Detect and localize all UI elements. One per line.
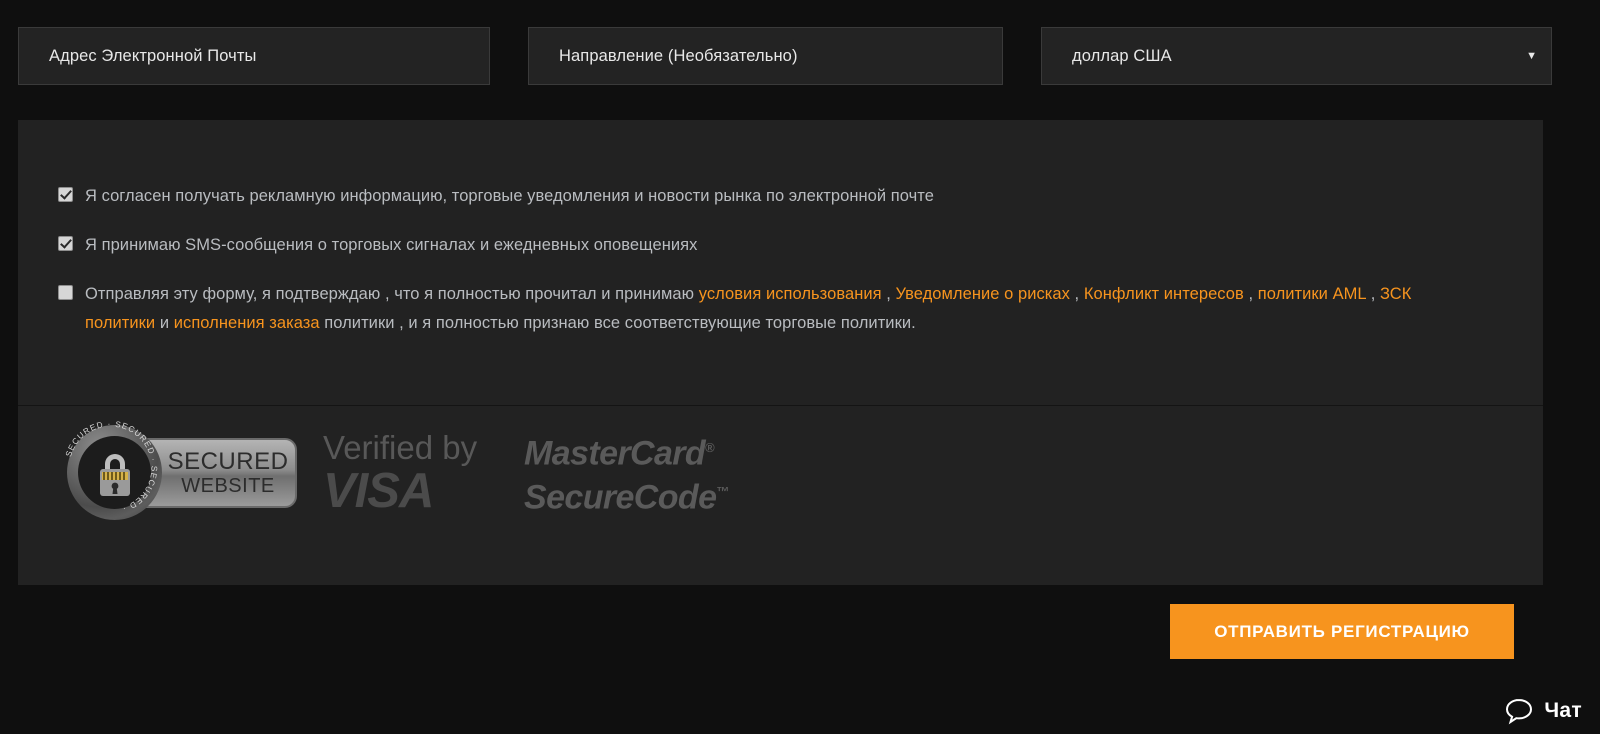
terms-sep3: , bbox=[1243, 285, 1258, 303]
submit-registration-button[interactable]: ОТПРАВИТЬ РЕГИСТРАЦИЮ bbox=[1170, 604, 1514, 659]
link-aml-policy[interactable]: политики AML bbox=[1258, 285, 1366, 303]
link-terms-of-use[interactable]: условия использования bbox=[699, 285, 882, 303]
registration-page: Адрес Электронной Почты Направление (Нео… bbox=[0, 0, 1600, 734]
checkbox-terms[interactable] bbox=[58, 285, 73, 300]
secured-line1: SECURED bbox=[167, 447, 289, 475]
form-fields-row: Адрес Электронной Почты Направление (Нео… bbox=[0, 0, 1600, 110]
visa-wordmark: VISA bbox=[323, 463, 434, 518]
consent-list: Я согласен получать рекламную информацию… bbox=[58, 182, 1503, 338]
currency-select-value: доллар США bbox=[1072, 46, 1172, 65]
mastercard-line2: SecureCode™ bbox=[524, 477, 729, 516]
terms-text-part2: политики , и я полностью признаю все соо… bbox=[319, 314, 916, 332]
consent-row-marketing: Я согласен получать рекламную информацию… bbox=[58, 182, 1503, 211]
mastercard-line1: MasterCard® bbox=[524, 434, 715, 473]
checkbox-marketing[interactable] bbox=[58, 187, 73, 202]
direction-field-placeholder: Направление (Необязательно) bbox=[559, 46, 798, 65]
link-risk-notice[interactable]: Уведомление о рисках bbox=[896, 285, 1070, 303]
consent-label-terms: Отправляя эту форму, я подтверждаю , что… bbox=[85, 280, 1455, 338]
link-conflict-of-interest[interactable]: Конфликт интересов bbox=[1084, 285, 1244, 303]
verified-by-visa-badge: Verified by VISA bbox=[323, 428, 508, 518]
secured-website-badge: SECURED WEBSITE SECURED · SECURED · SECU… bbox=[63, 420, 303, 525]
direction-field[interactable]: Направление (Необязательно) bbox=[528, 27, 1003, 85]
currency-select[interactable]: доллар США ▼ bbox=[1041, 27, 1552, 85]
secured-line2: WEBSITE bbox=[181, 474, 275, 497]
consent-label-marketing: Я согласен получать рекламную информацию… bbox=[85, 187, 934, 205]
chevron-down-icon: ▼ bbox=[1526, 49, 1537, 62]
consent-label-sms: Я принимаю SMS-сообщения о торговых сигн… bbox=[85, 236, 698, 254]
chat-label: Чат bbox=[1544, 699, 1582, 722]
email-field-placeholder: Адрес Электронной Почты bbox=[49, 46, 257, 65]
panel-divider bbox=[18, 405, 1543, 406]
mastercard-securecode-badge: MasterCard® SecureCode™ bbox=[524, 429, 734, 516]
chat-widget[interactable]: Чат bbox=[1504, 696, 1582, 726]
visa-line1: Verified by bbox=[323, 428, 478, 466]
securecode-trademark: ™ bbox=[716, 483, 729, 499]
terms-sep2: , bbox=[1069, 285, 1084, 303]
chat-bubble-icon bbox=[1506, 698, 1533, 725]
padlock-icon bbox=[100, 454, 130, 496]
terms-sep5: и bbox=[155, 314, 174, 332]
consent-row-sms: Я принимаю SMS-сообщения о торговых сигн… bbox=[58, 231, 1503, 260]
terms-sep1: , bbox=[881, 285, 896, 303]
consent-panel: Я согласен получать рекламную информацию… bbox=[18, 120, 1543, 585]
terms-sep4: , bbox=[1366, 285, 1380, 303]
email-field[interactable]: Адрес Электронной Почты bbox=[18, 27, 490, 85]
trust-badges: SECURED WEBSITE SECURED · SECURED · SECU… bbox=[63, 420, 734, 525]
mastercard-registered-mark: ® bbox=[705, 440, 715, 456]
checkbox-sms[interactable] bbox=[58, 236, 73, 251]
terms-text-part1: Отправляя эту форму, я подтверждаю , что… bbox=[85, 285, 699, 303]
consent-row-terms: Отправляя эту форму, я подтверждаю , что… bbox=[58, 280, 1503, 338]
link-order-execution[interactable]: исполнения заказа bbox=[174, 314, 320, 332]
